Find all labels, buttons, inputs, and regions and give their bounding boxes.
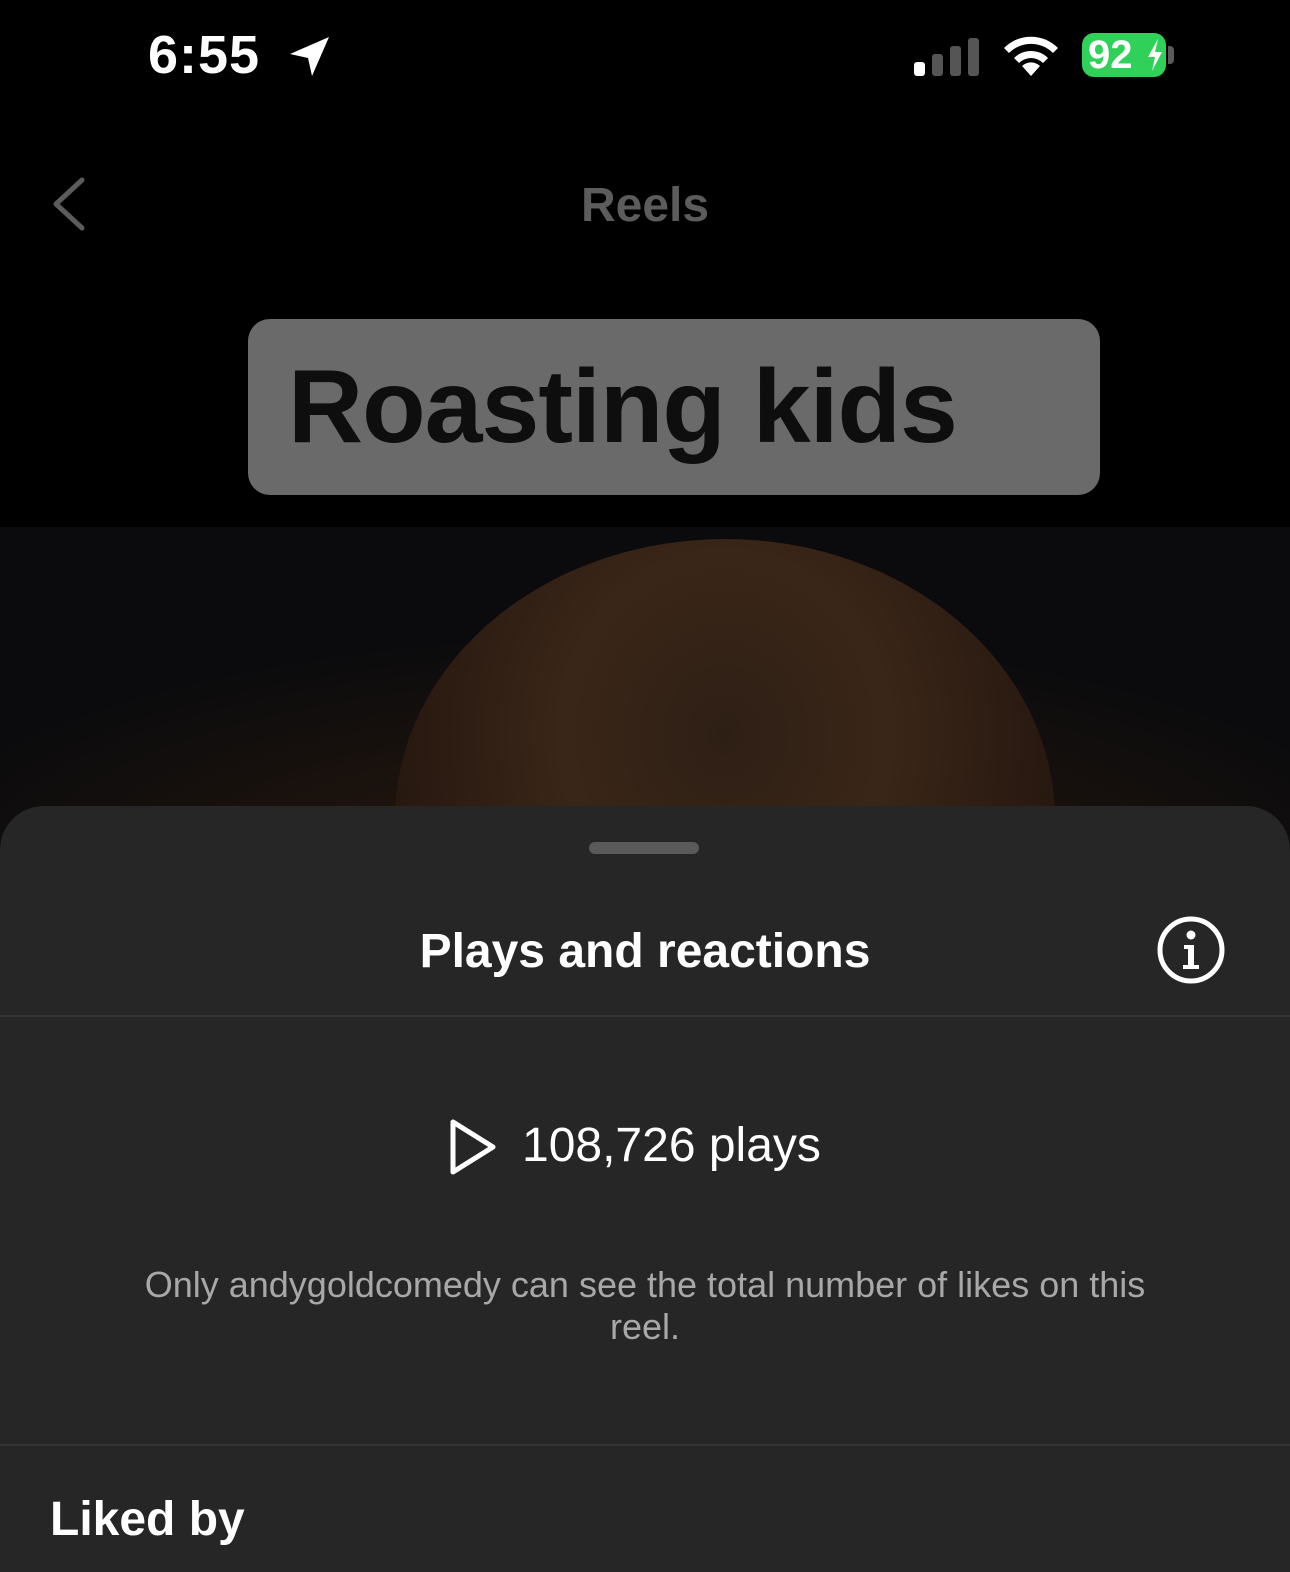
- likes-visibility-note: Only andygoldcomedy can see the total nu…: [144, 1264, 1146, 1347]
- divider: [0, 1015, 1290, 1017]
- sheet-title: Plays and reactions: [419, 925, 871, 978]
- status-bar: 6:55 92: [0, 0, 1290, 112]
- battery-cap: [1168, 46, 1174, 64]
- info-circle-icon[interactable]: [1157, 916, 1225, 984]
- battery-indicator: 92: [1082, 33, 1166, 77]
- plays-reactions-sheet: Plays and reactions 108,726 plays Only a…: [0, 806, 1290, 1572]
- sheet-grabber[interactable]: [589, 842, 699, 854]
- liked-by-heading: Liked by: [50, 1493, 245, 1546]
- battery-level: 92: [1088, 33, 1133, 77]
- play-outline-icon: [450, 1119, 496, 1175]
- video-caption: Roasting kids: [248, 319, 1100, 495]
- plays-count: 108,726 plays: [522, 1119, 821, 1172]
- signal-bars-icon: [914, 38, 979, 76]
- charging-bolt-icon: [1148, 39, 1162, 71]
- reel-video-preview: [0, 527, 1290, 847]
- top-nav: Reels: [0, 140, 1290, 270]
- video-subject: [395, 539, 1055, 847]
- page-title: Reels: [580, 179, 710, 232]
- location-arrow-icon: [290, 37, 329, 76]
- divider: [0, 1444, 1290, 1446]
- status-time: 6:55: [148, 25, 261, 85]
- wifi-icon: [1004, 36, 1058, 76]
